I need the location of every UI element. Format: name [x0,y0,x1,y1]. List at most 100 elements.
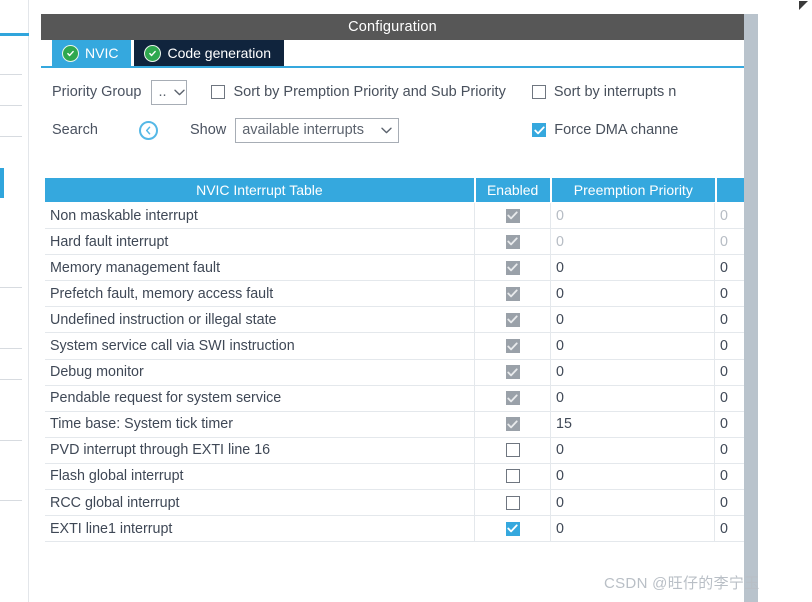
row-enabled-cell[interactable] [475,385,551,411]
row-preemption-cell[interactable]: 0 [551,307,715,333]
options-row-search: Search Show available interrupts Force D… [41,112,744,148]
row-enabled-cell[interactable] [475,411,551,437]
show-label: Show [189,122,227,138]
row-preemption-cell[interactable]: 0 [551,203,715,229]
row-enabled-cell[interactable] [475,281,551,307]
row-preemption-value: 0 [556,207,564,224]
column-header-sub[interactable] [717,178,744,202]
row-sub-priority-cell[interactable]: 0 [715,255,744,280]
table-header-row: NVIC Interrupt Table Enabled Preemption … [45,178,744,202]
table-row[interactable]: Pendable request for system service 0 0 [45,385,744,412]
row-sub-priority-cell[interactable]: 0 [715,360,744,385]
row-preemption-cell[interactable]: 0 [551,490,715,516]
checkbox-icon[interactable] [505,260,520,275]
dialog-right-margin [758,14,812,602]
checkbox-icon[interactable] [505,365,520,380]
force-dma-channel-checkbox[interactable]: Force DMA channe [532,122,678,138]
chevron-down-icon [173,89,185,96]
row-enabled-cell[interactable] [475,490,551,516]
row-preemption-cell[interactable]: 0 [551,281,715,307]
sort-by-interrupts-label: Sort by interrupts n [553,84,677,100]
checkbox-icon[interactable] [505,208,520,223]
table-row[interactable]: PVD interrupt through EXTI line 16 0 0 [45,437,744,464]
row-preemption-value: 0 [556,468,564,485]
row-preemption-cell[interactable]: 15 [551,411,715,437]
resize-corner-icon[interactable] [799,1,808,10]
table-row[interactable]: RCC global interrupt 0 0 [45,490,744,517]
row-preemption-value: 0 [556,442,564,459]
row-enabled-cell[interactable] [475,359,551,385]
checkbox-icon[interactable] [505,443,520,458]
options-row-priority: Priority Group .. Sort by Premption Prio… [41,74,744,110]
row-interrupt-name: PVD interrupt through EXTI line 16 [45,437,475,463]
row-enabled-cell[interactable] [475,333,551,359]
row-sub-priority-cell[interactable]: 0 [715,229,744,254]
table-row[interactable]: Time base: System tick timer 15 0 [45,411,744,438]
checkbox-icon[interactable] [505,234,520,249]
circle-chevron-left-icon[interactable] [138,120,158,140]
row-enabled-cell[interactable] [475,307,551,333]
row-preemption-cell[interactable]: 0 [551,385,715,411]
table-row[interactable]: Prefetch fault, memory access fault 0 0 [45,281,744,308]
tab-nvic[interactable]: NVIC [52,40,132,66]
table-row[interactable]: Undefined instruction or illegal state 0 0 [45,307,744,334]
checkbox-icon[interactable] [505,312,520,327]
search-label: Search [52,122,98,138]
table-row[interactable]: EXTI line1 interrupt 0 0 [45,516,744,543]
tab-code-generation[interactable]: Code generation [134,40,284,66]
table-row[interactable]: Debug monitor 0 0 [45,359,744,386]
row-sub-priority-cell[interactable]: 0 [715,203,744,228]
checkbox-icon[interactable] [505,521,520,536]
row-preemption-value: 0 [556,311,564,328]
dialog-vertical-scrollbar[interactable] [744,14,758,602]
tab-code-generation-label: Code generation [167,45,271,61]
row-sub-priority-cell[interactable]: 0 [715,386,744,411]
row-preemption-cell[interactable]: 0 [551,229,715,255]
row-sub-priority-cell[interactable]: 0 [715,438,744,463]
row-preemption-cell[interactable]: 0 [551,516,715,542]
configuration-titlebar: Configuration [41,14,744,40]
table-row[interactable]: Non maskable interrupt 0 0 [45,203,744,230]
checkbox-icon [211,85,226,99]
row-preemption-cell[interactable]: 0 [551,437,715,463]
dialog-top-strip [41,0,812,15]
row-sub-priority-value: 0 [720,416,728,433]
column-header-preemption[interactable]: Preemption Priority [551,178,716,202]
background-left-rail [0,0,30,602]
row-enabled-cell[interactable] [475,203,551,229]
row-preemption-cell[interactable]: 0 [551,255,715,281]
row-enabled-cell[interactable] [475,229,551,255]
checkbox-icon[interactable] [505,339,520,354]
row-sub-priority-cell[interactable]: 0 [715,281,744,306]
show-filter-select[interactable]: available interrupts [235,117,400,143]
background-rail-divider [0,440,22,441]
checkbox-icon[interactable] [505,391,520,406]
background-rail-divider [0,74,22,75]
row-enabled-cell[interactable] [475,255,551,281]
row-preemption-cell[interactable]: 0 [551,333,715,359]
row-sub-priority-cell[interactable]: 0 [715,516,744,541]
column-header-name[interactable]: NVIC Interrupt Table [45,178,474,202]
priority-group-select[interactable]: .. [151,79,188,105]
row-sub-priority-cell[interactable]: 0 [715,490,744,515]
sort-by-preemption-checkbox[interactable]: Sort by Premption Priority and Sub Prior… [211,84,506,100]
checkbox-icon[interactable] [505,495,520,510]
row-preemption-cell[interactable]: 0 [551,463,715,490]
row-sub-priority-cell[interactable]: 0 [715,412,744,437]
row-sub-priority-cell[interactable]: 0 [715,307,744,332]
table-row[interactable]: Flash global interrupt 0 0 [45,463,744,491]
checkbox-icon[interactable] [505,469,520,484]
table-row[interactable]: Memory management fault 0 0 [45,255,744,282]
checkbox-icon[interactable] [505,286,520,301]
sort-by-interrupts-checkbox[interactable]: Sort by interrupts n [531,84,677,100]
checkbox-icon[interactable] [505,417,520,432]
table-row[interactable]: Hard fault interrupt 0 0 [45,229,744,256]
row-enabled-cell[interactable] [475,463,551,490]
row-sub-priority-cell[interactable]: 0 [715,464,744,489]
row-preemption-cell[interactable]: 0 [551,359,715,385]
row-enabled-cell[interactable] [475,437,551,463]
table-row[interactable]: System service call via SWI instruction 0… [45,333,744,360]
row-sub-priority-cell[interactable]: 0 [715,333,744,358]
row-enabled-cell[interactable] [475,516,551,542]
column-header-enabled[interactable]: Enabled [475,178,550,202]
